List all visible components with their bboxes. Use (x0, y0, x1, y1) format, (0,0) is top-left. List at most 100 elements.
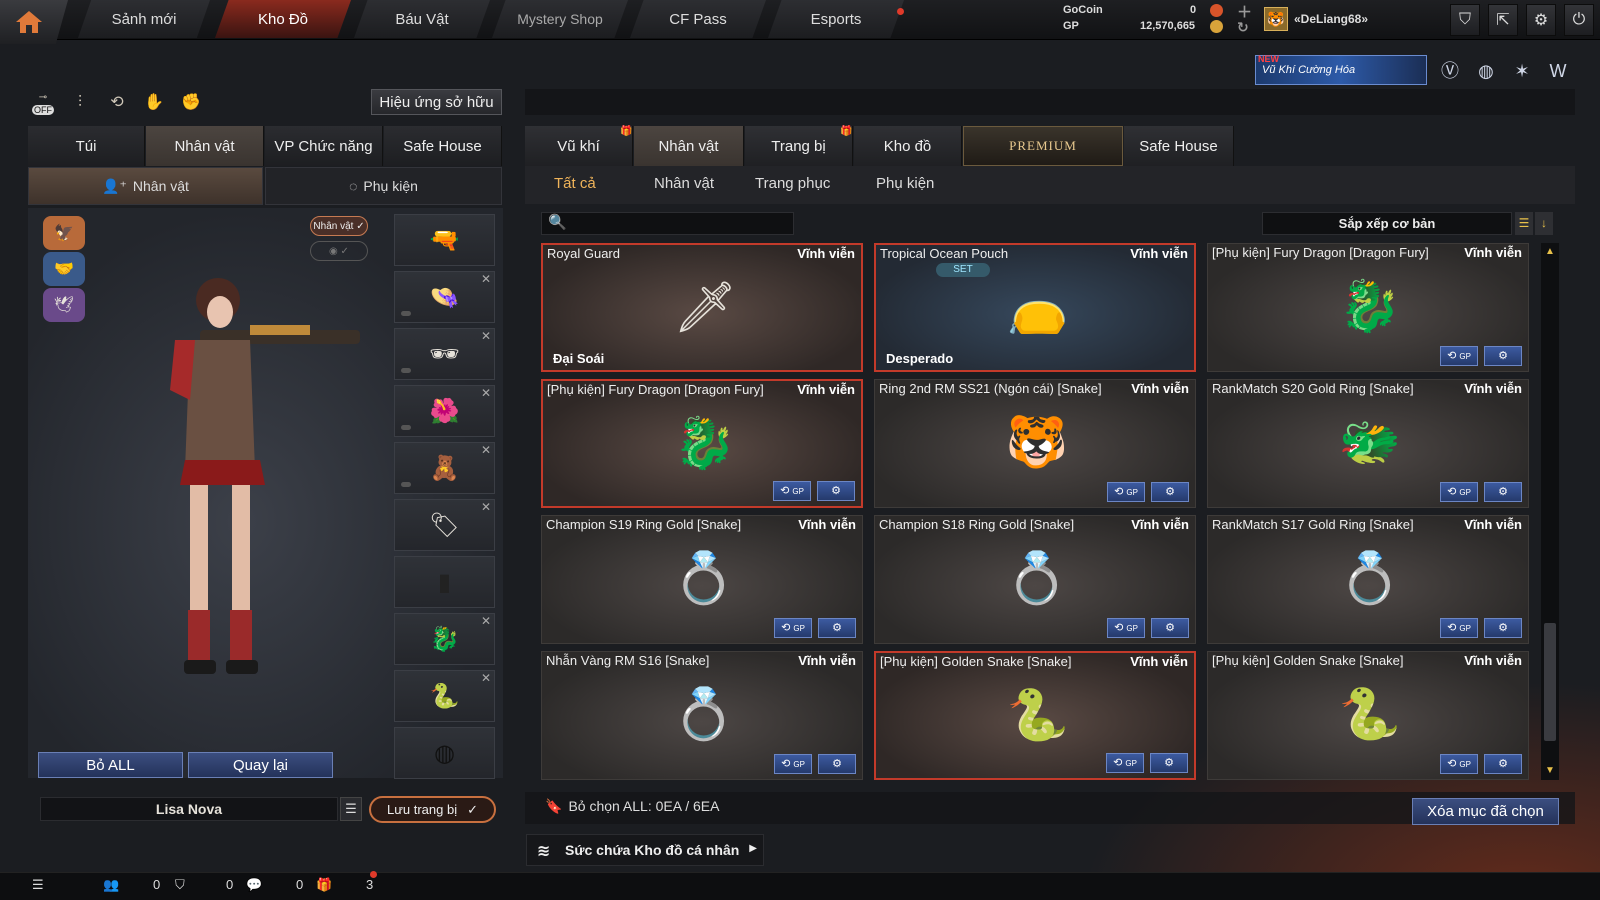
remove-icon[interactable]: ✕ (481, 614, 491, 628)
item-card[interactable]: Ring 2nd RM SS21 (Ngón cái) [Snake] Vĩnh … (874, 379, 1196, 508)
item-card[interactable]: Tropical Ocean Pouch Vĩnh viễn 👝 SET Despera… (874, 243, 1196, 372)
nav-sanh-moi[interactable]: Sảnh mới (78, 0, 210, 38)
tab-tui[interactable]: Túi (28, 126, 145, 166)
slot-flower[interactable]: 🌺 ✕ (394, 385, 495, 437)
item-card[interactable]: RankMatch S20 Gold Ring [Snake] Vĩnh viễn… (1207, 379, 1529, 508)
toggle-dot[interactable] (401, 425, 411, 430)
filter-tat-ca[interactable]: Tất cả (554, 175, 596, 192)
nav-cf-pass[interactable]: CF Pass (630, 0, 766, 38)
enhanced-weapon-banner[interactable]: NEW Vũ Khí Cường Hóa (1255, 54, 1427, 85)
item-card[interactable]: [Phụ kiện] Fury Dragon [Dragon Fury] Vĩnh… (541, 379, 863, 508)
item-settings-button[interactable]: ⚙ (1484, 618, 1522, 638)
settings-gear-icon[interactable]: ⚙ (1526, 4, 1556, 36)
toggle-dot[interactable] (401, 482, 411, 487)
scroll-up-icon[interactable]: ▲ (1541, 243, 1559, 261)
visibility-toggle-icon[interactable]: ◉ ✓ (310, 241, 368, 261)
slot-snake[interactable]: 🐍 ✕ (394, 670, 495, 722)
convert-gp-button[interactable]: ⟲ GP (1107, 618, 1145, 638)
tab-vu-khi[interactable]: Vũ khí (525, 126, 633, 166)
filter-phu-kien[interactable]: Phụ kiện (876, 175, 934, 192)
item-settings-button[interactable]: ⚙ (818, 618, 856, 638)
convert-gp-button[interactable]: ⟲ GP (774, 618, 812, 638)
remove-icon[interactable]: ✕ (481, 386, 491, 400)
item-scrollbar[interactable]: ▲ ▼ (1541, 243, 1559, 780)
character-filter-chip[interactable]: Nhân vật ✓ (310, 216, 368, 236)
subtab-character[interactable]: 👤⁺ Nhân vật (28, 167, 263, 205)
pose-icon[interactable]: ✋ (141, 90, 167, 116)
sort-dropdown[interactable]: Sắp xếp cơ bản (1262, 212, 1512, 235)
power-icon[interactable]: ⏻ (1564, 4, 1594, 36)
remove-icon[interactable]: ✕ (481, 272, 491, 286)
filter-trang-phuc[interactable]: Trang phục (755, 175, 830, 192)
weapon-badge-icon[interactable]: ✶ (1509, 58, 1535, 84)
gesture-icon[interactable]: ✊ (178, 90, 204, 116)
tab-nhan-vat[interactable]: Nhân vật (146, 126, 264, 166)
slot-primary-weapon[interactable]: 🔫 (394, 214, 495, 266)
toggle-dot[interactable] (401, 311, 411, 316)
slot-dragon[interactable]: 🐉 ✕ (394, 613, 495, 665)
toggle-dot[interactable] (401, 368, 411, 373)
item-settings-button[interactable]: ⚙ (1484, 482, 1522, 502)
slot-empty[interactable]: ▮ (394, 556, 495, 608)
list-view-icon[interactable]: ☰ (1515, 212, 1533, 235)
convert-gp-button[interactable]: ⟲ GP (774, 754, 812, 774)
item-card[interactable]: Royal Guard Vĩnh viễn 🗡 Đại Soái (541, 243, 863, 372)
remove-icon[interactable]: ✕ (481, 443, 491, 457)
tab-nhan-vat-right[interactable]: Nhân vật (634, 126, 744, 166)
convert-gp-button[interactable]: ⟲ GP (1106, 753, 1144, 773)
subtab-accessory[interactable]: ◌ Phụ kiện (265, 167, 502, 205)
clear-all-button[interactable]: Bỏ ALL (38, 752, 183, 778)
list-menu-icon[interactable]: ☰ (32, 877, 44, 893)
scroll-thumb[interactable] (1544, 623, 1556, 741)
clan-icon[interactable]: ⛉ (175, 877, 185, 893)
filter-nhan-vat[interactable]: Nhân vật (654, 175, 714, 192)
item-settings-button[interactable]: ⚙ (1484, 346, 1522, 366)
slot-accessory[interactable]: 🧸 ✕ (394, 442, 495, 494)
refresh-icon[interactable]: ↻ (1237, 19, 1249, 36)
item-card[interactable]: [Phụ kiện] Fury Dragon [Dragon Fury] Vĩnh… (1207, 243, 1529, 372)
wing-icon[interactable]: 🕊 (43, 288, 85, 322)
save-equipment-button[interactable]: Lưu trang bị ✓ (369, 796, 496, 823)
item-card[interactable]: RankMatch S17 Gold Ring [Snake] Vĩnh viễn… (1207, 515, 1529, 644)
handshake-icon[interactable]: 🤝 (43, 252, 85, 286)
item-settings-button[interactable]: ⚙ (818, 754, 856, 774)
ownership-effect-button[interactable]: Hiệu ứng sở hữu (371, 89, 502, 115)
globe-icon[interactable]: ◍ (1473, 58, 1499, 84)
friends-icon[interactable]: 👥 (103, 877, 119, 893)
remove-icon[interactable]: ✕ (481, 671, 491, 685)
w-logo-icon[interactable]: W (1545, 58, 1571, 84)
vip-emblem-icon[interactable]: Ⓥ (1437, 58, 1463, 84)
exit-room-icon[interactable]: ⇱ (1488, 4, 1518, 36)
scroll-down-icon[interactable]: ▼ (1541, 762, 1559, 780)
home-button[interactable] (0, 0, 68, 44)
item-settings-button[interactable]: ⚙ (1484, 754, 1522, 774)
convert-gp-button[interactable]: ⟲ GP (1440, 482, 1478, 502)
sort-desc-icon[interactable]: ↓ (1535, 212, 1553, 235)
eagle-emblem-icon[interactable]: 🦅 (43, 216, 85, 250)
tab-trang-bi[interactable]: Trang bị (745, 126, 853, 166)
item-card[interactable]: Champion S18 Ring Gold [Snake] Vĩnh viễn 💍… (874, 515, 1196, 644)
convert-gp-button[interactable]: ⟲ GP (1440, 346, 1478, 366)
convert-gp-button[interactable]: ⟲ GP (1440, 754, 1478, 774)
clan-shield-icon[interactable]: ⛉ (1450, 4, 1480, 36)
item-settings-button[interactable]: ⚙ (1150, 753, 1188, 773)
slot-ring[interactable]: ◍ (394, 727, 495, 779)
convert-gp-button[interactable]: ⟲ GP (773, 481, 811, 501)
remove-icon[interactable]: ✕ (481, 500, 491, 514)
tab-safe-house[interactable]: Safe House (384, 126, 502, 166)
delete-selected-button[interactable]: Xóa mục đã chọn (1412, 798, 1559, 825)
item-card[interactable]: [Phụ kiện] Golden Snake [Snake] Vĩnh viễn… (1207, 651, 1529, 780)
chat-icon[interactable]: 💬 (246, 877, 262, 893)
nav-esports[interactable]: Esports (768, 0, 904, 38)
item-card[interactable]: Champion S19 Ring Gold [Snake] Vĩnh viễn 💍… (541, 515, 863, 644)
tab-kho-do[interactable]: Kho đồ (854, 126, 962, 166)
back-button[interactable]: Quay lại (188, 752, 333, 778)
tab-premium[interactable]: PREMIUM (963, 126, 1123, 166)
item-settings-button[interactable]: ⚙ (1151, 482, 1189, 502)
tab-safe-house-right[interactable]: Safe House (1124, 126, 1234, 166)
nav-mystery-shop[interactable]: Mystery Shop (492, 0, 628, 38)
history-icon[interactable]: ⟲ (104, 90, 130, 116)
convert-gp-button[interactable]: ⟲ GP (1440, 618, 1478, 638)
tab-vp-chuc-nang[interactable]: VP Chức năng (265, 126, 383, 166)
slot-hat[interactable]: 👒 ✕ (394, 271, 495, 323)
